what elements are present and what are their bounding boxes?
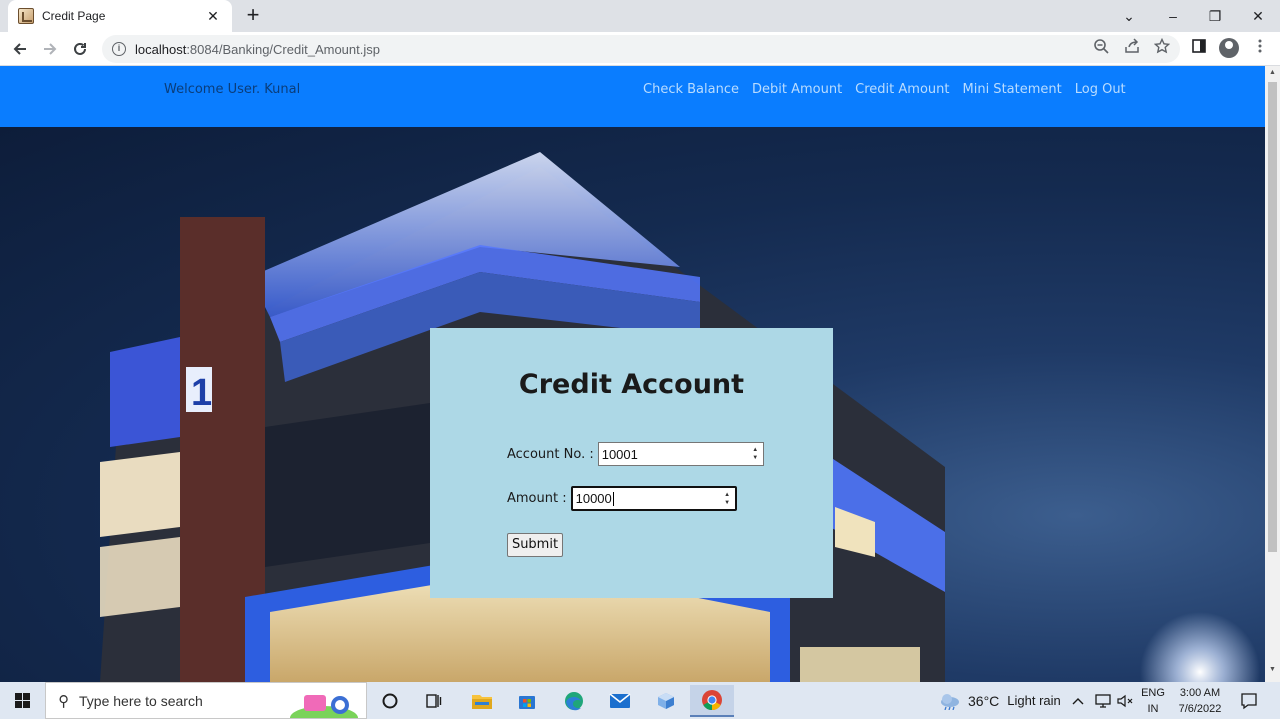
chrome-icon[interactable] [690, 685, 734, 717]
account-number-input[interactable]: 10001 ▲ ▼ [597, 442, 764, 466]
amount-input[interactable]: 10000 ▲ ▼ [570, 486, 737, 511]
scroll-down-icon[interactable]: ▼ [1268, 666, 1277, 673]
form-title: Credit Account [518, 369, 745, 400]
svg-text:1: 1 [191, 372, 212, 414]
nav-mini-statement-link[interactable]: Mini Statement [963, 82, 1062, 97]
profile-icon[interactable] [1219, 38, 1239, 58]
bank-building-background: 1 Credit Account Account No. : 10001 ▲ ▼… [0, 127, 1265, 682]
store-icon[interactable] [508, 685, 546, 717]
box-icon[interactable] [647, 685, 685, 717]
windows-start-icon[interactable] [0, 682, 45, 719]
nav-log-out-link[interactable]: Log Out [1075, 82, 1126, 97]
notification-icon[interactable] [1240, 682, 1258, 719]
weather-description: Light rain [1007, 693, 1061, 708]
volume-mute-icon[interactable] [1116, 682, 1134, 719]
search-highlight-illustration-icon [290, 695, 358, 718]
amount-label: Amount : [507, 491, 567, 506]
zoom-icon[interactable] [1090, 38, 1112, 60]
top-navigation-bar: Welcome User. Kunal Check Balance Debit … [0, 66, 1265, 127]
account-number-row: Account No. : 10001 ▲ ▼ [507, 442, 764, 466]
spinner-arrows-icon[interactable]: ▲ ▼ [723, 491, 732, 507]
task-view-icon[interactable] [415, 685, 453, 717]
network-icon[interactable] [1094, 682, 1112, 719]
edge-icon[interactable] [555, 685, 593, 717]
star-icon[interactable] [1151, 37, 1173, 60]
page-scrollbar[interactable]: ▲ ▼ [1265, 66, 1280, 682]
cortana-icon[interactable] [371, 685, 409, 717]
tab-title: Credit Page [42, 9, 106, 23]
tab-credit-page[interactable]: Credit Page ✕ [8, 0, 232, 32]
tab-close-icon[interactable]: ✕ [204, 8, 222, 25]
text-caret [612, 491, 614, 506]
taskbar-search-input[interactable]: ⚲ Type here to search [45, 682, 367, 719]
restore-button[interactable]: ❐ [1193, 0, 1237, 32]
minimize-button[interactable]: – [1151, 0, 1195, 32]
url-text: localhost:8084/Banking/Credit_Amount.jsp [135, 41, 380, 57]
address-bar[interactable]: i localhost:8084/Banking/Credit_Amount.j… [102, 35, 1180, 63]
nav-debit-amount-link[interactable]: Debit Amount [752, 82, 842, 97]
tab-strip: Credit Page ✕ + ⌄ – ❐ ✕ [0, 0, 1280, 32]
close-window-button[interactable]: ✕ [1236, 0, 1280, 32]
forward-arrow-icon[interactable] [37, 36, 63, 62]
file-explorer-icon[interactable] [463, 685, 501, 717]
page-viewport: Welcome User. Kunal Check Balance Debit … [0, 66, 1265, 682]
nav-credit-amount-link[interactable]: Credit Amount [855, 82, 949, 97]
scroll-up-icon[interactable]: ▲ [1268, 69, 1277, 76]
mail-icon[interactable] [601, 685, 639, 717]
menu-dots-icon[interactable] [1249, 38, 1271, 60]
language-indicator[interactable]: ENG IN [1136, 685, 1170, 717]
weather-temperature: 36°C [968, 692, 1000, 709]
browser-toolbar: i localhost:8084/Banking/Credit_Amount.j… [0, 32, 1280, 66]
nav-links: Check Balance Debit Amount Credit Amount… [643, 82, 1126, 97]
submit-button[interactable]: Submit [507, 533, 563, 557]
credit-account-form: Credit Account Account No. : 10001 ▲ ▼ Am… [430, 328, 833, 598]
windows-taskbar: ⚲ Type here to search 36°C Light rain EN… [0, 682, 1280, 719]
clock-date: 7/6/2022 [1178, 703, 1222, 715]
sidepanel-icon[interactable] [1188, 38, 1210, 60]
reload-icon[interactable] [67, 36, 93, 62]
back-arrow-icon[interactable] [7, 36, 33, 62]
info-icon[interactable]: i [112, 42, 126, 56]
welcome-message: Welcome User. Kunal [164, 82, 301, 97]
clock-time: 3:00 AM [1179, 687, 1221, 699]
tab-search-chevron-icon[interactable]: ⌄ [1107, 0, 1151, 32]
weather-widget[interactable]: 36°C Light rain [938, 682, 1061, 719]
scroll-thumb[interactable] [1268, 82, 1277, 552]
share-icon[interactable] [1121, 38, 1143, 60]
account-number-label: Account No. : [507, 446, 594, 462]
amount-row: Amount : 10000 ▲ ▼ [507, 486, 737, 511]
chevron-up-icon[interactable] [1072, 682, 1084, 719]
spinner-arrows-icon[interactable]: ▲ ▼ [751, 446, 760, 462]
new-tab-button[interactable]: + [240, 3, 266, 29]
nav-check-balance-link[interactable]: Check Balance [643, 82, 739, 97]
page-favicon-icon [18, 8, 34, 24]
search-icon: ⚲ [58, 692, 69, 710]
weather-icon [941, 693, 959, 710]
clock[interactable]: 3:00 AM 7/6/2022 [1172, 685, 1228, 717]
